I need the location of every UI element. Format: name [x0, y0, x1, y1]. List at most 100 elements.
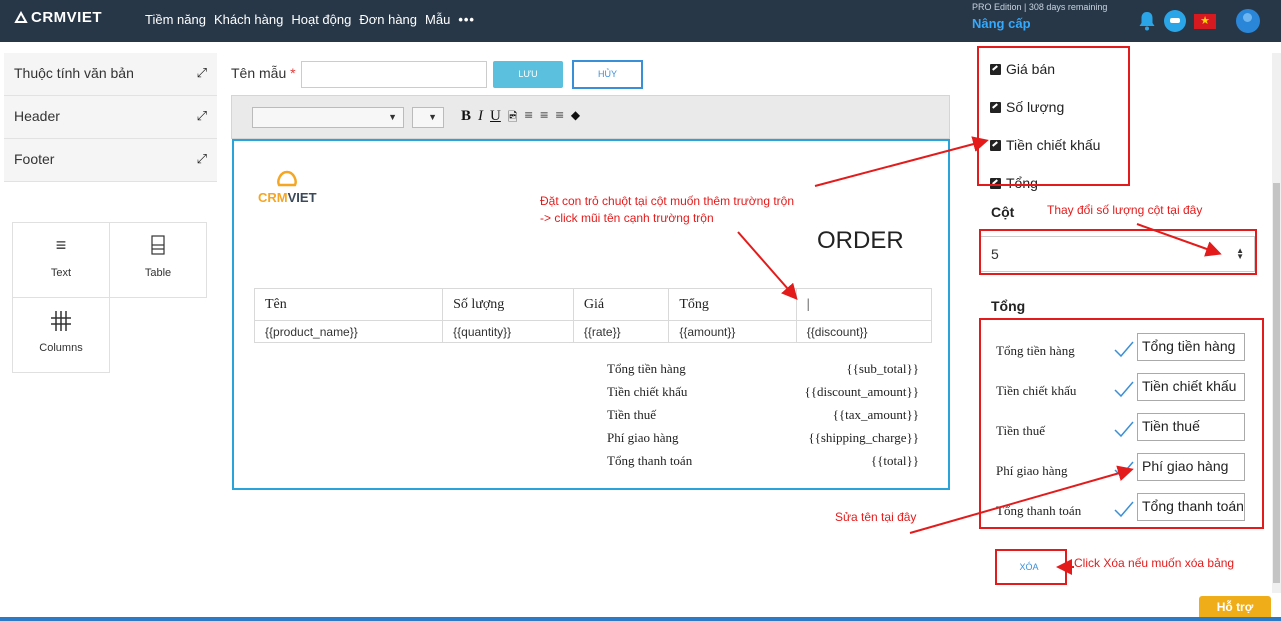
- totals-block: Tổng tiền hàng {{sub_total}} Tiền chiết k…: [607, 361, 919, 476]
- table-cell[interactable]: {{amount}}: [668, 320, 797, 343]
- support-button[interactable]: Hỗ trợ: [1199, 596, 1271, 618]
- order-items-table[interactable]: Tên Số lượng Giá Tổng | {{product_name}}…: [253, 288, 933, 343]
- cancel-button[interactable]: HỦY: [572, 60, 643, 89]
- align-left-icon[interactable]: ≡: [525, 108, 533, 129]
- annotation-columns-note: Thay đổi số lượng cột tại đây: [1047, 203, 1203, 217]
- logo-text: CRMVIET: [31, 9, 102, 26]
- expand-icon[interactable]: ⤢: [197, 108, 207, 124]
- scrollbar-thumb[interactable]: [1273, 183, 1280, 583]
- bold-icon[interactable]: B: [461, 108, 471, 129]
- totals-row: Tiền chiết khấu {{discount_amount}}: [607, 384, 919, 407]
- table-icon: [110, 235, 206, 259]
- totals-label: Tiền thuế: [607, 407, 656, 422]
- table-header-cell[interactable]: Tên: [253, 288, 444, 321]
- tool-label: Table: [144, 267, 172, 279]
- section-header[interactable]: Header ⤢: [4, 96, 217, 139]
- fill-color-icon[interactable]: ◆: [571, 108, 580, 129]
- totals-label: Tổng thanh toán: [607, 453, 693, 468]
- font-family-select[interactable]: ▼: [252, 107, 404, 128]
- annotation-box-columns: [979, 229, 1257, 275]
- table-cell[interactable]: {{product_name}}: [253, 320, 444, 343]
- nav-item-orders[interactable]: Đơn hàng: [359, 12, 417, 27]
- table-cell[interactable]: {{discount}}: [795, 320, 933, 343]
- template-name-label: Tên mẫu *: [231, 65, 296, 81]
- totals-row: Tổng tiền hàng {{sub_total}}: [607, 361, 919, 384]
- annotation-box-fields: [977, 46, 1130, 186]
- notification-bell-icon[interactable]: [1138, 11, 1156, 31]
- section-label: Thuộc tính văn bản: [14, 65, 134, 81]
- totals-label: Tiền chiết khấu: [607, 384, 688, 399]
- annotation-cursor-note-2: -> click mũi tên cạnh trường trộn: [540, 211, 714, 225]
- doc-logo-viet: VIET: [287, 190, 317, 205]
- nav-item-templates[interactable]: Mẫu: [425, 12, 450, 27]
- totals-row: Tiền thuế {{tax_amount}}: [607, 407, 919, 430]
- totals-label: Tổng tiền hàng: [607, 361, 686, 376]
- required-mark: *: [290, 65, 296, 81]
- nav-item-activities[interactable]: Hoạt động: [291, 12, 351, 27]
- totals-value: {{total}}: [870, 453, 919, 468]
- document-logo: CRMVIET: [258, 169, 317, 205]
- logo-mark-icon: [14, 11, 28, 23]
- label-text: Tên mẫu: [231, 65, 287, 81]
- table-header-cell[interactable]: Số lượng: [442, 288, 574, 321]
- tool-text[interactable]: ≡ Text: [12, 222, 110, 298]
- table-header-cell[interactable]: Tổng: [668, 288, 797, 321]
- expand-icon[interactable]: ⤢: [197, 65, 207, 81]
- columns-label: Cột: [991, 204, 1015, 220]
- section-label: Footer: [14, 151, 55, 167]
- annotation-delete-note: Click Xóa nếu muốn xóa bảng: [1074, 556, 1235, 570]
- table-header-cell-active[interactable]: |: [795, 288, 933, 321]
- editor-toolbar: ▼ ▼ B I U 🖻 ≡ ≡ ≡ ◆: [231, 95, 950, 139]
- table-cell[interactable]: {{quantity}}: [442, 320, 574, 343]
- scrollbar[interactable]: [1272, 53, 1281, 593]
- logo-mark-icon: [277, 170, 297, 187]
- template-name-input[interactable]: [301, 61, 487, 88]
- totals-row: Tổng thanh toán {{total}}: [607, 453, 919, 476]
- nav-more-button[interactable]: •••: [458, 12, 475, 27]
- order-title[interactable]: ORDER: [817, 227, 904, 255]
- chat-icon[interactable]: [1164, 10, 1186, 32]
- table-header-row: Tên Số lượng Giá Tổng |: [253, 288, 933, 321]
- totals-value: {{shipping_charge}}: [808, 430, 919, 445]
- annotation-box-totals: [979, 318, 1264, 529]
- image-icon[interactable]: 🖻: [508, 108, 518, 129]
- font-size-select[interactable]: ▼: [412, 107, 444, 128]
- annotation-cursor-note-1: Đặt con trỏ chuột tại cột muốn thêm trườ…: [540, 194, 795, 208]
- save-button[interactable]: LƯU: [493, 61, 563, 88]
- columns-icon: [13, 310, 109, 334]
- tool-label: Columns: [39, 342, 83, 354]
- annotation-rename-note: Sửa tên tại đây: [835, 510, 917, 524]
- app-logo[interactable]: CRMVIET: [14, 9, 102, 26]
- top-navbar: CRMVIET Tiềm năng Khách hàng Hoạt động Đ…: [0, 0, 1281, 42]
- tool-columns[interactable]: Columns: [12, 297, 110, 373]
- tool-label: Text: [50, 267, 72, 279]
- section-label: Header: [14, 108, 60, 124]
- nav-item-customers[interactable]: Khách hàng: [214, 12, 283, 27]
- nav-item-leads[interactable]: Tiềm năng: [145, 12, 206, 27]
- vietnam-flag-icon[interactable]: ★: [1194, 13, 1216, 29]
- totals-value: {{discount_amount}}: [804, 384, 919, 399]
- user-avatar-icon[interactable]: [1236, 9, 1260, 33]
- text-lines-icon: ≡: [55, 235, 67, 255]
- tool-table[interactable]: Table: [109, 222, 207, 298]
- format-buttons: B I U 🖻 ≡ ≡ ≡ ◆: [461, 108, 580, 129]
- template-editor[interactable]: CRMVIET ORDER Tên Số lượng Giá Tổng | {{…: [232, 139, 950, 490]
- expand-icon[interactable]: ⤢: [197, 151, 207, 167]
- main-nav: Tiềm năng Khách hàng Hoạt động Đơn hàng …: [145, 12, 483, 27]
- align-center-icon[interactable]: ≡: [540, 108, 548, 129]
- upgrade-link[interactable]: Nâng cấp: [972, 16, 1031, 31]
- totals-value: {{tax_amount}}: [832, 407, 919, 422]
- totals-row: Phí giao hàng {{shipping_charge}}: [607, 430, 919, 453]
- align-right-icon[interactable]: ≡: [555, 108, 563, 129]
- left-panel: Thuộc tính văn bản ⤢ Header ⤢ Footer ⤢: [4, 53, 217, 182]
- doc-logo-crm: CRM: [258, 190, 288, 205]
- totals-value: {{sub_total}}: [846, 361, 919, 376]
- section-footer[interactable]: Footer ⤢: [4, 139, 217, 182]
- table-cell[interactable]: {{rate}}: [572, 320, 670, 343]
- section-document-properties[interactable]: Thuộc tính văn bản ⤢: [4, 53, 217, 96]
- table-header-cell[interactable]: Giá: [572, 288, 670, 321]
- underline-icon[interactable]: U: [490, 108, 501, 129]
- italic-icon[interactable]: I: [478, 108, 483, 129]
- top-icons: ★: [1138, 9, 1260, 33]
- totals-section-label: Tổng: [991, 298, 1026, 314]
